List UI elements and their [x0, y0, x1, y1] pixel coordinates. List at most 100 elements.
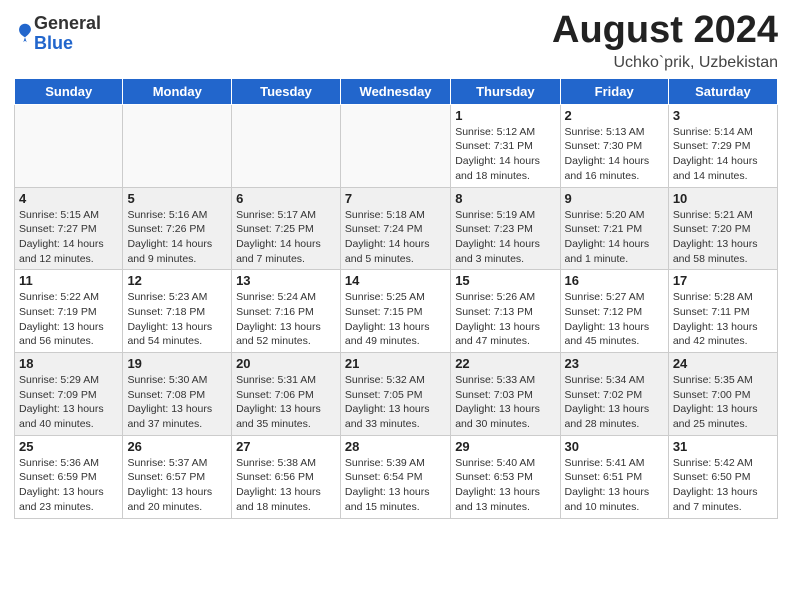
day-number: 14 [345, 273, 446, 288]
calendar-cell: 18Sunrise: 5:29 AM Sunset: 7:09 PM Dayli… [15, 353, 123, 436]
day-info: Sunrise: 5:22 AM Sunset: 7:19 PM Dayligh… [19, 290, 118, 349]
day-info: Sunrise: 5:41 AM Sunset: 6:51 PM Dayligh… [565, 456, 664, 515]
day-info: Sunrise: 5:23 AM Sunset: 7:18 PM Dayligh… [127, 290, 227, 349]
day-number: 31 [673, 439, 773, 454]
calendar-cell: 13 Sunrise: 5:24 AM Sunset: 7:16 PM Dayli… [232, 270, 341, 353]
day-info: Sunrise: 5:15 AM Sunset: 7:27 PM Dayligh… [19, 208, 118, 267]
calendar: SundayMondayTuesdayWednesdayThursdayFrid… [14, 78, 778, 519]
day-number: 13 [236, 273, 336, 288]
day-number: 4 [19, 191, 118, 206]
day-header-wednesday: Wednesday [340, 78, 450, 104]
logo-general: General [34, 14, 101, 34]
week-row-2: 4 Sunrise: 5:15 AM Sunset: 7:27 PM Daylig… [15, 187, 778, 270]
day-info: Sunrise: 5:19 AM Sunset: 7:23 PM Dayligh… [455, 208, 555, 267]
day-number: 25 [19, 439, 118, 454]
calendar-cell: 14 Sunrise: 5:25 AM Sunset: 7:15 PM Dayli… [340, 270, 450, 353]
calendar-cell: 26 Sunrise: 5:37 AM Sunset: 6:57 PM Dayli… [123, 435, 232, 518]
calendar-cell: 25 Sunrise: 5:36 AM Sunset: 6:59 PM Dayli… [15, 435, 123, 518]
calendar-cell: 21 Sunrise: 5:32 AM Sunset: 7:05 PM Dayli… [340, 353, 450, 436]
calendar-cell: 31 Sunrise: 5:42 AM Sunset: 6:50 PM Dayli… [668, 435, 777, 518]
day-info: Sunrise: 5:16 AM Sunset: 7:26 PM Dayligh… [127, 208, 227, 267]
day-info: Sunrise: 5:40 AM Sunset: 6:53 PM Dayligh… [455, 456, 555, 515]
week-row-3: 11 Sunrise: 5:22 AM Sunset: 7:19 PM Dayli… [15, 270, 778, 353]
calendar-cell: 29Sunrise: 5:40 AM Sunset: 6:53 PM Dayli… [451, 435, 560, 518]
day-header-friday: Friday [560, 78, 668, 104]
day-number: 16 [565, 273, 664, 288]
day-number: 21 [345, 356, 446, 371]
calendar-cell: 24 Sunrise: 5:35 AM Sunset: 7:00 PM Dayli… [668, 353, 777, 436]
day-info: Sunrise: 5:12 AM Sunset: 7:31 PM Dayligh… [455, 125, 555, 184]
day-number: 27 [236, 439, 336, 454]
day-number: 12 [127, 273, 227, 288]
day-number: 15 [455, 273, 555, 288]
week-row-1: 1 Sunrise: 5:12 AM Sunset: 7:31 PM Daylig… [15, 104, 778, 187]
calendar-cell: 3Sunrise: 5:14 AM Sunset: 7:29 PM Daylig… [668, 104, 777, 187]
day-info: Sunrise: 5:21 AM Sunset: 7:20 PM Dayligh… [673, 208, 773, 267]
calendar-cell [232, 104, 341, 187]
calendar-cell: 6 Sunrise: 5:17 AM Sunset: 7:25 PM Daylig… [232, 187, 341, 270]
calendar-cell: 5 Sunrise: 5:16 AM Sunset: 7:26 PM Daylig… [123, 187, 232, 270]
day-number: 17 [673, 273, 773, 288]
day-info: Sunrise: 5:37 AM Sunset: 6:57 PM Dayligh… [127, 456, 227, 515]
day-header-sunday: Sunday [15, 78, 123, 104]
day-info: Sunrise: 5:31 AM Sunset: 7:06 PM Dayligh… [236, 373, 336, 432]
calendar-cell: 22Sunrise: 5:33 AM Sunset: 7:03 PM Dayli… [451, 353, 560, 436]
calendar-cell: 4 Sunrise: 5:15 AM Sunset: 7:27 PM Daylig… [15, 187, 123, 270]
day-info: Sunrise: 5:32 AM Sunset: 7:05 PM Dayligh… [345, 373, 446, 432]
logo-blue: Blue [34, 34, 101, 54]
day-info: Sunrise: 5:38 AM Sunset: 6:56 PM Dayligh… [236, 456, 336, 515]
day-number: 8 [455, 191, 555, 206]
calendar-cell: 27 Sunrise: 5:38 AM Sunset: 6:56 PM Dayli… [232, 435, 341, 518]
day-number: 5 [127, 191, 227, 206]
day-info: Sunrise: 5:25 AM Sunset: 7:15 PM Dayligh… [345, 290, 446, 349]
week-row-5: 25 Sunrise: 5:36 AM Sunset: 6:59 PM Dayli… [15, 435, 778, 518]
day-number: 26 [127, 439, 227, 454]
calendar-cell: 10 Sunrise: 5:21 AM Sunset: 7:20 PM Dayli… [668, 187, 777, 270]
month-year: August 2024 [552, 10, 778, 52]
day-info: Sunrise: 5:24 AM Sunset: 7:16 PM Dayligh… [236, 290, 336, 349]
logo-text: General Blue [34, 14, 101, 54]
day-number: 11 [19, 273, 118, 288]
day-number: 10 [673, 191, 773, 206]
day-info: Sunrise: 5:17 AM Sunset: 7:25 PM Dayligh… [236, 208, 336, 267]
page: General Blue August 2024 Uchko`prik, Uzb… [0, 0, 792, 533]
day-number: 24 [673, 356, 773, 371]
day-header-thursday: Thursday [451, 78, 560, 104]
day-info: Sunrise: 5:33 AM Sunset: 7:03 PM Dayligh… [455, 373, 555, 432]
day-number: 30 [565, 439, 664, 454]
day-number: 28 [345, 439, 446, 454]
day-info: Sunrise: 5:28 AM Sunset: 7:11 PM Dayligh… [673, 290, 773, 349]
day-header-monday: Monday [123, 78, 232, 104]
day-number: 19 [127, 356, 227, 371]
calendar-cell: 1 Sunrise: 5:12 AM Sunset: 7:31 PM Daylig… [451, 104, 560, 187]
day-header-saturday: Saturday [668, 78, 777, 104]
day-number: 3 [673, 108, 773, 123]
day-header-tuesday: Tuesday [232, 78, 341, 104]
calendar-cell: 19Sunrise: 5:30 AM Sunset: 7:08 PM Dayli… [123, 353, 232, 436]
calendar-cell: 8 Sunrise: 5:19 AM Sunset: 7:23 PM Daylig… [451, 187, 560, 270]
title-block: August 2024 Uchko`prik, Uzbekistan [552, 10, 778, 72]
day-info: Sunrise: 5:42 AM Sunset: 6:50 PM Dayligh… [673, 456, 773, 515]
calendar-cell [123, 104, 232, 187]
day-number: 9 [565, 191, 664, 206]
day-info: Sunrise: 5:13 AM Sunset: 7:30 PM Dayligh… [565, 125, 664, 184]
day-number: 6 [236, 191, 336, 206]
day-number: 1 [455, 108, 555, 123]
header: General Blue August 2024 Uchko`prik, Uzb… [14, 10, 778, 72]
day-info: Sunrise: 5:26 AM Sunset: 7:13 PM Dayligh… [455, 290, 555, 349]
logo-icon [16, 22, 34, 44]
calendar-cell: 23Sunrise: 5:34 AM Sunset: 7:02 PM Dayli… [560, 353, 668, 436]
day-info: Sunrise: 5:35 AM Sunset: 7:00 PM Dayligh… [673, 373, 773, 432]
day-number: 20 [236, 356, 336, 371]
calendar-cell: 30 Sunrise: 5:41 AM Sunset: 6:51 PM Dayli… [560, 435, 668, 518]
calendar-cell: 9 Sunrise: 5:20 AM Sunset: 7:21 PM Daylig… [560, 187, 668, 270]
day-info: Sunrise: 5:20 AM Sunset: 7:21 PM Dayligh… [565, 208, 664, 267]
day-info: Sunrise: 5:36 AM Sunset: 6:59 PM Dayligh… [19, 456, 118, 515]
logo: General Blue [14, 14, 101, 54]
day-info: Sunrise: 5:29 AM Sunset: 7:09 PM Dayligh… [19, 373, 118, 432]
day-info: Sunrise: 5:18 AM Sunset: 7:24 PM Dayligh… [345, 208, 446, 267]
calendar-cell: 2 Sunrise: 5:13 AM Sunset: 7:30 PM Daylig… [560, 104, 668, 187]
day-number: 2 [565, 108, 664, 123]
day-number: 23 [565, 356, 664, 371]
calendar-cell: 12 Sunrise: 5:23 AM Sunset: 7:18 PM Dayli… [123, 270, 232, 353]
